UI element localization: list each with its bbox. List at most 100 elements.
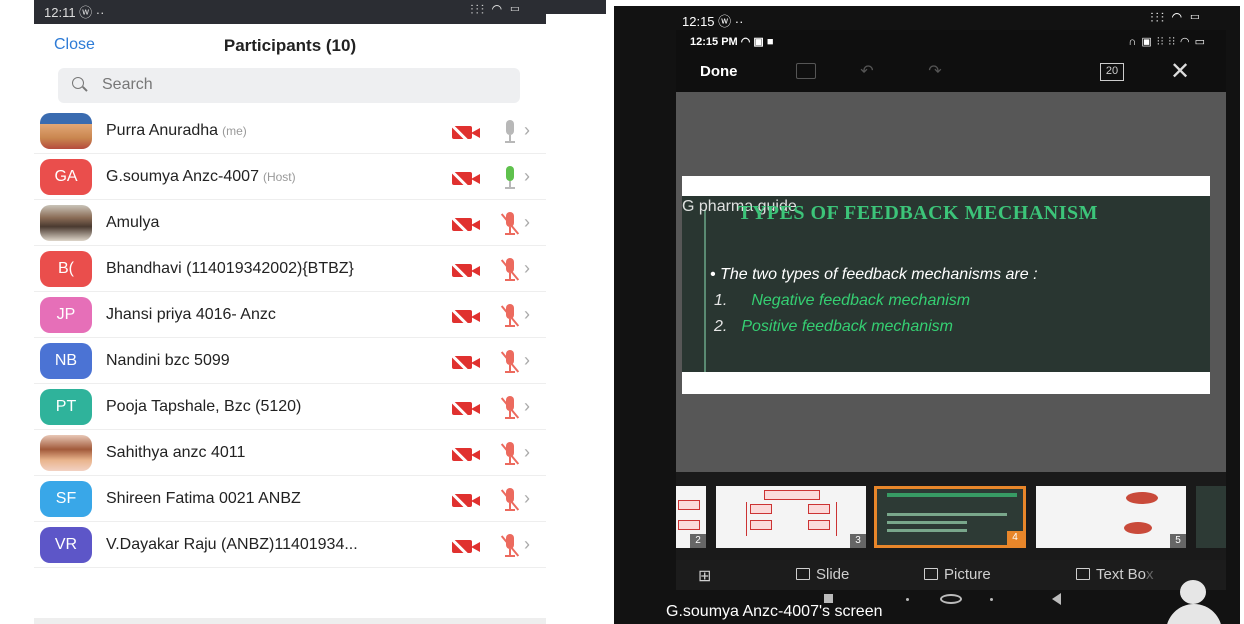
chevron-right-icon[interactable]: › [524, 258, 530, 279]
shared-phone-screen: 12:15 ⓦ ·· ⫶⫶⫶ ◠ ▭ 12:15 PM ◠ ▣ ■ ∩ ▣ ⫶⫶… [614, 6, 1240, 624]
mic-muted-icon [500, 212, 520, 236]
chevron-right-icon[interactable]: › [524, 120, 530, 141]
mic-muted-icon [500, 488, 520, 512]
participant-name-text: Jhansi priya 4016- Anzc [106, 306, 276, 323]
insert-textbox-label: Text Bo [1096, 566, 1147, 583]
close-icon[interactable]: ✕ [1166, 58, 1194, 86]
participant-row[interactable]: JP Jhansi priya 4016- Anzc › [34, 292, 546, 338]
slide-thumbnail[interactable]: 2 [676, 486, 706, 548]
recents-icon[interactable] [824, 594, 833, 603]
participant-name-text: G.soumya Anzc-4007 [106, 168, 259, 185]
undo-icon[interactable]: ↶ [856, 63, 878, 81]
slide-canvas: G pharma guide TYPES OF FEEDBACK MECHANI… [676, 92, 1226, 472]
participant-row[interactable]: GA G.soumya Anzc-4007 (Host) › [34, 154, 546, 200]
slide-bullet-intro: • The two types of feedback mechanisms a… [710, 266, 1038, 283]
redo-icon[interactable]: ↷ [924, 63, 946, 81]
avatar: PT [40, 389, 92, 425]
picture-icon [924, 568, 938, 580]
search-bar[interactable] [58, 68, 520, 103]
video-off-icon [450, 124, 482, 142]
mic-muted-icon [500, 304, 520, 328]
insert-slide-button[interactable]: Slide [796, 566, 849, 583]
video-off-icon [450, 538, 482, 556]
video-off-icon [450, 170, 482, 188]
current-slide[interactable]: G pharma guide TYPES OF FEEDBACK MECHANI… [682, 176, 1210, 394]
close-button[interactable]: Close [54, 36, 95, 54]
mic-muted-icon [500, 258, 520, 282]
slide-thumbnail-selected[interactable]: 4 [874, 486, 1026, 548]
participant-name-text: V.Dayakar Raju (ANBZ)11401934... [106, 536, 358, 553]
textbox-icon [1076, 568, 1090, 580]
insert-slide-label: Slide [816, 566, 850, 583]
search-input[interactable] [102, 74, 482, 96]
chevron-right-icon[interactable]: › [524, 488, 530, 509]
home-icon[interactable] [940, 594, 962, 604]
participant-name: V.Dayakar Raju (ANBZ)11401934... [106, 536, 358, 554]
divider [34, 618, 546, 624]
participant-row[interactable]: VR V.Dayakar Raju (ANBZ)11401934... › [34, 522, 546, 568]
chevron-right-icon[interactable]: › [524, 166, 530, 187]
participant-name: Purra Anuradha (me) [106, 122, 247, 140]
slide-thumbnail-strip: 2 3 4 5 [676, 472, 1226, 560]
participant-row[interactable]: B( Bhandhavi (114019342002){BTBZ} › [34, 246, 546, 292]
participant-row[interactable]: Amulya › [34, 200, 546, 246]
inner-status-bar: 12:15 PM ◠ ▣ ■ ∩ ▣ ⫶⫶ ⫶⫶ ◠ ▭ [676, 30, 1226, 52]
avatar [40, 205, 92, 241]
save-icon[interactable] [796, 63, 816, 79]
screen-share-label: G.soumya Anzc-4007's screen [666, 603, 883, 620]
participant-name: Bhandhavi (114019342002){BTBZ} [106, 260, 354, 278]
participants-panel: 12:11 ⓦ ·· ⫶⫶⫶ ◠ ▭ Participants (10) Clo… [34, 0, 546, 624]
participant-row[interactable]: SF Shireen Fatima 0021 ANBZ › [34, 476, 546, 522]
screenshot-stage: 12:11 ⓦ ·· ⫶⫶⫶ ◠ ▭ Participants (10) Clo… [0, 0, 1244, 624]
video-off-icon [450, 400, 482, 418]
search-icon [72, 77, 84, 89]
thumbnail-number: 2 [690, 534, 706, 548]
chevron-right-icon[interactable]: › [524, 350, 530, 371]
participants-header: Participants (10) Close [34, 26, 546, 64]
participant-name-text: Purra Anuradha [106, 122, 219, 139]
status-bar: 12:11 ⓦ ·· ⫶⫶⫶ ◠ ▭ [34, 0, 546, 24]
slide-accent-bar [704, 210, 706, 372]
participant-row[interactable]: Purra Anuradha (me) › [34, 108, 546, 154]
avatar [40, 113, 92, 149]
page-title: Participants (10) [223, 36, 357, 55]
list-number: 1. [714, 292, 728, 309]
mic-muted-icon [500, 396, 520, 420]
participant-row[interactable]: Sahithya anzc 4011 › [34, 430, 546, 476]
participant-row[interactable]: NB Nandini bzc 5099 › [34, 338, 546, 384]
chevron-right-icon[interactable]: › [524, 442, 530, 463]
video-off-icon [450, 492, 482, 510]
chevron-right-icon[interactable]: › [524, 304, 530, 325]
participant-name: Pooja Tapshale, Bzc (5120) [106, 398, 301, 416]
participant-name-text: Shireen Fatima 0021 ANBZ [106, 490, 301, 507]
back-icon[interactable] [1052, 593, 1061, 605]
participant-name-text: Nandini bzc 5099 [106, 352, 230, 369]
participant-row[interactable]: PT Pooja Tapshale, Bzc (5120) › [34, 384, 546, 430]
chevron-right-icon[interactable]: › [524, 534, 530, 555]
slide-title: TYPES OF FEEDBACK MECHANISM [738, 202, 1099, 224]
shared-screen-panel: 12:15 ⓦ ·· ⫶⫶⫶ ◠ ▭ 12:15 PM ◠ ▣ ■ ∩ ▣ ⫶⫶… [610, 0, 1244, 624]
grid-view-icon[interactable]: ⊞ [698, 566, 711, 586]
participant-name: Nandini bzc 5099 [106, 352, 230, 370]
slide-list-item: 2. Positive feedback mechanism [714, 318, 953, 336]
chevron-right-icon[interactable]: › [524, 396, 530, 417]
slide-count-icon[interactable]: 20 [1100, 63, 1124, 81]
user-avatar-icon [1162, 580, 1222, 624]
slide-icon [796, 568, 810, 580]
participant-name: Amulya [106, 214, 159, 232]
outer-status-icons: ⫶⫶⫶ ◠ ▭ [1150, 10, 1202, 25]
avatar: B( [40, 251, 92, 287]
mic-icon [501, 120, 519, 144]
chevron-right-icon[interactable]: › [524, 212, 530, 233]
slide-thumbnail[interactable] [1196, 486, 1226, 548]
mic-muted-icon [500, 442, 520, 466]
insert-textbox-button[interactable]: Text Box [1076, 566, 1154, 583]
slide-thumbnail[interactable]: 3 [716, 486, 866, 548]
done-button[interactable]: Done [700, 63, 738, 80]
participant-name: Jhansi priya 4016- Anzc [106, 306, 276, 324]
slide-thumbnail[interactable]: 5 [1036, 486, 1186, 548]
insert-picture-button[interactable]: Picture [924, 566, 991, 583]
presentation-app: 12:15 PM ◠ ▣ ■ ∩ ▣ ⫶⫶ ⫶⫶ ◠ ▭ Done ↶ ↷ 20… [676, 30, 1226, 590]
video-off-icon [450, 262, 482, 280]
insert-textbox-label-fade: x [1146, 566, 1154, 583]
